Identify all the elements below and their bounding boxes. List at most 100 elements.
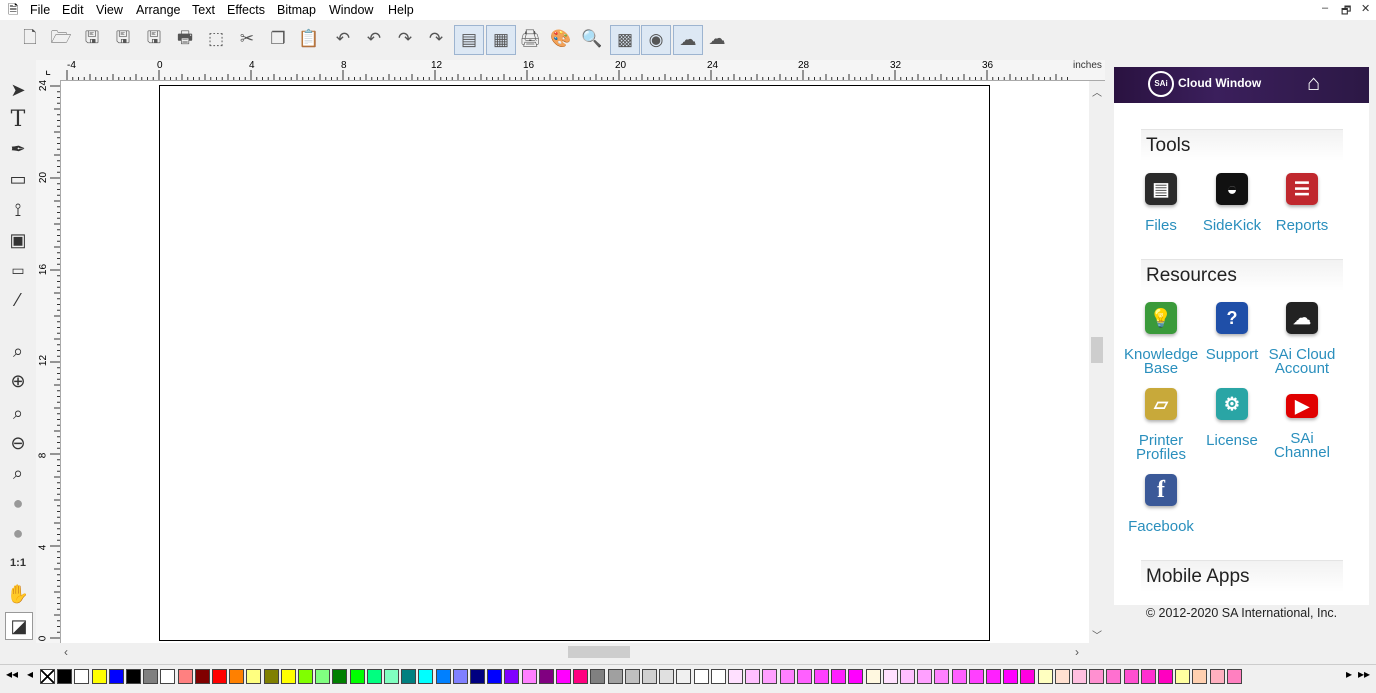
color-picker-icon[interactable]: 🔍 — [579, 26, 605, 52]
output-icon[interactable]: 🖨 — [517, 26, 543, 52]
pen-tool-icon[interactable]: ✒ — [5, 136, 31, 162]
color-swatch[interactable] — [452, 669, 468, 684]
hand-pan-icon[interactable]: ✋ — [5, 581, 31, 607]
palette-next-icon[interactable]: ▸ — [1346, 667, 1352, 681]
cloud-sync-icon[interactable]: ☁ — [704, 26, 730, 52]
color-swatch[interactable] — [968, 669, 984, 684]
menu-file[interactable]: File — [30, 3, 50, 17]
text-tool-icon[interactable]: T — [5, 106, 31, 132]
color-swatch[interactable] — [796, 669, 812, 684]
home-icon[interactable]: ⌂ — [1307, 70, 1320, 96]
job-view-icon[interactable]: ▤ — [454, 25, 484, 55]
scroll-down-icon[interactable]: ﹀ — [1092, 627, 1102, 642]
export-icon[interactable]: 🖫 — [141, 26, 167, 52]
color-swatch[interactable] — [848, 669, 864, 684]
color-swatch[interactable] — [710, 669, 726, 684]
fill-stroke-icon[interactable]: ◪ — [5, 612, 33, 640]
cut-icon[interactable]: ✂ — [234, 26, 260, 52]
color-swatch[interactable] — [194, 669, 210, 684]
color-swatch[interactable] — [108, 669, 124, 684]
app-files[interactable]: ▤ Files — [1124, 173, 1198, 233]
color-swatch[interactable] — [57, 669, 73, 684]
zoom-out-icon[interactable]: ⊖ — [5, 430, 31, 456]
undo-icon[interactable]: ↶ — [330, 26, 356, 52]
menu-help[interactable]: Help — [388, 3, 414, 17]
page-area[interactable] — [159, 85, 990, 641]
zoom-actual-icon[interactable]: 1:1 — [5, 550, 31, 576]
color-swatch[interactable] — [1175, 669, 1191, 684]
app-reports[interactable]: ☰ Reports — [1265, 173, 1339, 233]
color-swatch[interactable] — [418, 669, 434, 684]
crop-tool-icon[interactable]: ▣ — [5, 227, 31, 253]
color-swatch[interactable] — [280, 669, 296, 684]
redo-icon[interactable]: ↷ — [392, 26, 418, 52]
color-swatch[interactable] — [900, 669, 915, 684]
color-swatch[interactable] — [263, 669, 279, 684]
menu-text[interactable]: Text — [192, 3, 215, 17]
redo-multiple-icon[interactable]: ↷ — [423, 26, 449, 52]
select-arrow-icon[interactable]: ➤ — [5, 77, 31, 103]
zoom-next-icon[interactable]: ● — [5, 520, 31, 546]
color-swatch[interactable] — [349, 669, 365, 684]
close-button[interactable]: ✕ — [1361, 2, 1370, 15]
copy-icon[interactable]: ❐ — [265, 26, 291, 52]
cloud-window-icon[interactable]: ☁ — [673, 25, 703, 55]
color-swatch[interactable] — [160, 669, 176, 684]
vertical-scroll-thumb[interactable] — [1091, 337, 1103, 363]
menu-bitmap[interactable]: Bitmap — [277, 3, 316, 17]
color-swatch[interactable] — [986, 669, 1001, 684]
zoom-page-icon[interactable]: ⌕ — [5, 400, 31, 426]
color-swatch[interactable] — [315, 669, 331, 684]
color-swatch[interactable] — [246, 669, 262, 684]
no-color-swatch[interactable] — [40, 669, 55, 684]
color-swatch[interactable] — [1123, 669, 1139, 684]
color-swatch[interactable] — [831, 669, 847, 684]
node-edit-icon[interactable]: ⟟ — [5, 197, 31, 223]
new-file-icon[interactable]: 🗋 — [17, 26, 43, 52]
app-printer-profiles[interactable]: ▱ Printer Profiles — [1124, 388, 1198, 462]
color-wheel-icon[interactable]: ◉ — [641, 25, 671, 55]
color-swatch[interactable] — [728, 669, 743, 684]
color-swatch[interactable] — [435, 669, 451, 684]
color-swatch[interactable] — [573, 669, 589, 684]
color-swatch[interactable] — [143, 669, 159, 684]
color-swatch[interactable] — [693, 669, 709, 684]
app-facebook[interactable]: f Facebook — [1124, 474, 1198, 534]
color-swatch[interactable] — [762, 669, 778, 684]
zoom-in-icon[interactable]: ⊕ — [5, 368, 31, 394]
save-icon[interactable]: 🖫 — [79, 26, 105, 52]
open-file-icon[interactable]: 🗁 — [48, 26, 74, 52]
paste-icon[interactable]: 📋 — [296, 26, 322, 52]
color-swatch[interactable] — [745, 669, 761, 684]
swatch-grid-icon[interactable]: ▩ — [610, 25, 640, 55]
job-properties-icon[interactable]: ▦ — [486, 25, 516, 55]
palette-last-icon[interactable]: ▸▸ — [1358, 667, 1370, 681]
color-swatch[interactable] — [126, 669, 141, 684]
print-icon[interactable]: 🖶 — [172, 26, 198, 52]
rectangle-tool-icon[interactable]: ▭ — [5, 166, 31, 192]
color-swatch[interactable] — [1054, 669, 1070, 684]
menu-window[interactable]: Window — [329, 3, 373, 17]
ruler-tool-icon[interactable]: ▭ — [5, 257, 31, 283]
app-sai-channel[interactable]: ▶ SAi Channel — [1265, 388, 1339, 460]
color-swatch[interactable] — [366, 669, 382, 684]
color-swatch[interactable] — [504, 669, 520, 684]
color-swatch[interactable] — [470, 669, 485, 684]
select-in-icon[interactable]: ⬚ — [203, 26, 229, 52]
color-swatch[interactable] — [607, 669, 623, 684]
color-swatch[interactable] — [487, 669, 503, 684]
menu-effects[interactable]: Effects — [227, 3, 265, 17]
color-swatch[interactable] — [642, 669, 657, 684]
color-swatch[interactable] — [676, 669, 692, 684]
color-swatch[interactable] — [1037, 669, 1053, 684]
app-sidekick[interactable]: ◒ SideKick — [1195, 173, 1269, 233]
zoom-previous-icon[interactable]: ● — [5, 490, 31, 516]
menu-edit[interactable]: Edit — [62, 3, 84, 17]
color-palette-icon[interactable]: 🎨 — [548, 26, 574, 52]
color-swatch[interactable] — [865, 669, 881, 684]
color-swatch[interactable] — [384, 669, 399, 684]
color-swatch[interactable] — [401, 669, 417, 684]
color-swatch[interactable] — [74, 669, 90, 684]
restore-button[interactable]: 🗗 — [1341, 2, 1351, 21]
color-swatch[interactable] — [1003, 669, 1019, 684]
